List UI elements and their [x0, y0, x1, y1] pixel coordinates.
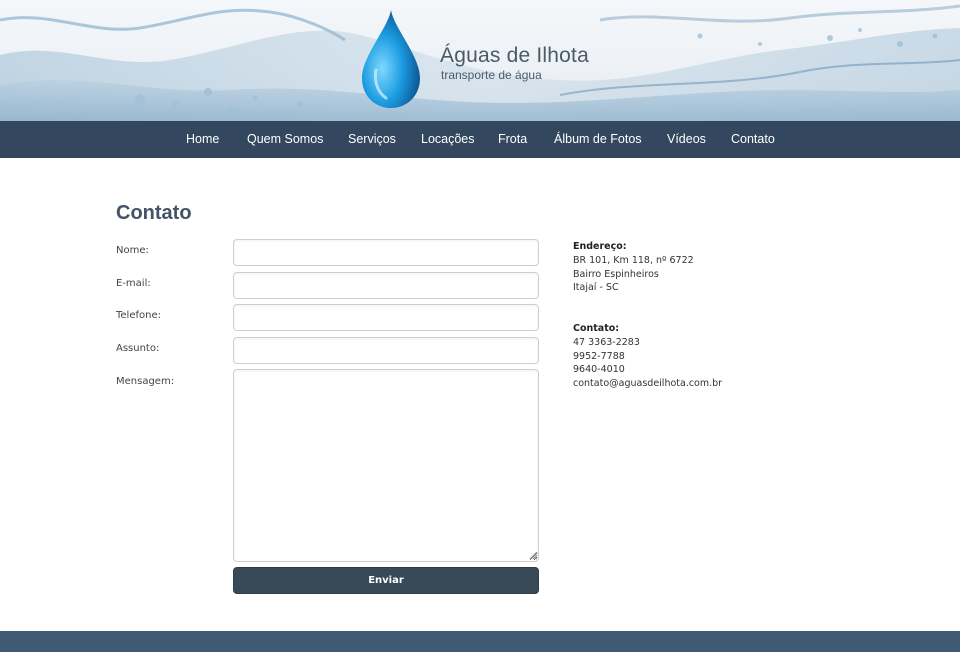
nav-item-home[interactable]: Home: [186, 132, 219, 146]
address-line: Bairro Espinheiros: [573, 268, 659, 280]
nav-item-locacoes[interactable]: Locações: [421, 132, 475, 146]
phone-number: 9952-7788: [573, 350, 625, 362]
water-drop-icon: [362, 10, 420, 108]
nav-item-frota[interactable]: Frota: [498, 132, 527, 146]
email-address[interactable]: contato@aguasdeilhota.com.br: [573, 377, 722, 391]
address-heading: Endereço:: [573, 241, 627, 252]
nav-item-servicos[interactable]: Serviços: [348, 132, 396, 146]
message-label: Mensagem:: [116, 376, 175, 387]
nav-item-contato[interactable]: Contato: [731, 132, 775, 146]
contact-heading: Contato:: [573, 323, 620, 334]
email-label: E-mail:: [116, 278, 151, 289]
page-title: Contato: [116, 202, 192, 224]
subject-input[interactable]: [233, 337, 539, 364]
brand-logo[interactable]: Águas de Ilhota transporte de água: [358, 8, 598, 113]
phone-number: 47 3363-2283: [573, 336, 640, 348]
nav-item-album-de-fotos[interactable]: Álbum de Fotos: [554, 132, 642, 146]
phone-number: 9640-4010: [573, 364, 625, 376]
phone-input[interactable]: [233, 304, 539, 331]
site-header: Águas de Ilhota transporte de água: [0, 0, 960, 121]
site-footer: [0, 631, 960, 652]
brand-name: Águas de Ilhota: [440, 44, 589, 67]
subject-label: Assunto:: [116, 343, 160, 354]
phone-label: Telefone:: [116, 310, 161, 321]
nav-item-videos[interactable]: Vídeos: [667, 132, 706, 146]
submit-button[interactable]: Enviar: [233, 567, 539, 594]
brand-tagline: transporte de água: [441, 68, 542, 82]
name-input[interactable]: [233, 239, 539, 266]
address-line: Itajaí - SC: [573, 282, 619, 294]
address-line: BR 101, Km 118, nº 6722: [573, 254, 694, 266]
main-navigation: Home Quem Somos Serviços Locações Frota …: [0, 121, 960, 158]
nav-item-quem-somos[interactable]: Quem Somos: [247, 132, 323, 146]
message-textarea[interactable]: [233, 369, 539, 562]
email-input[interactable]: [233, 272, 539, 299]
name-label: Nome:: [116, 245, 149, 256]
resize-grip-icon[interactable]: [529, 551, 538, 560]
contact-block: Contato: 47 3363-2283 9952-7788 9640-401…: [573, 322, 722, 391]
address-block: Endereço: BR 101, Km 118, nº 6722 Bairro…: [573, 240, 694, 295]
